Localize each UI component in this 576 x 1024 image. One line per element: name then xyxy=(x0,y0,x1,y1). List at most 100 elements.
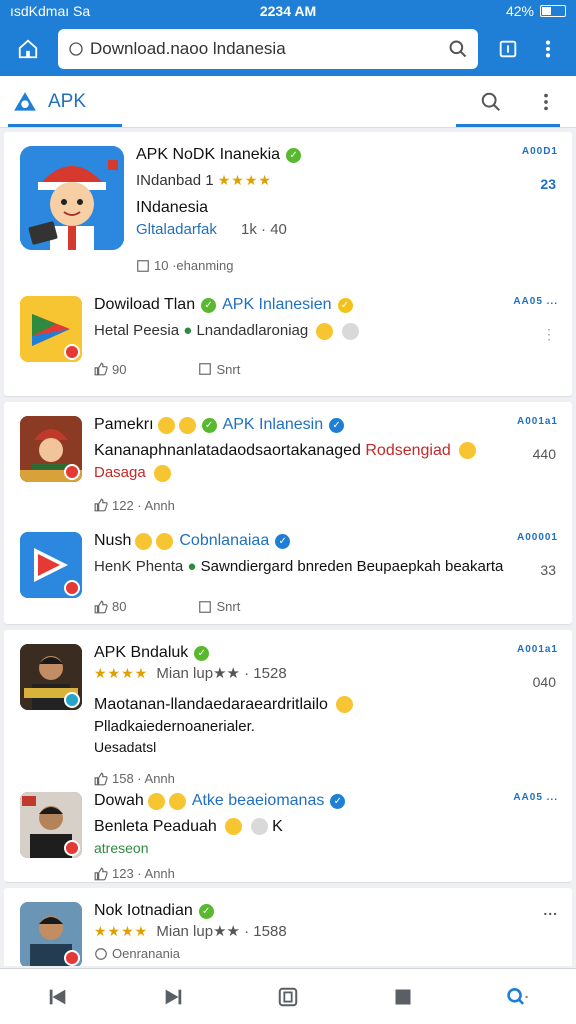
save-button[interactable]: Snrt xyxy=(198,599,240,614)
item-body: APK Bndaluk ✓ ★★★★ Mian lup★★ · 1528 Mao… xyxy=(94,644,560,786)
tab-indicator-right xyxy=(456,124,560,127)
like-button[interactable]: 80 xyxy=(94,599,126,614)
back-button[interactable] xyxy=(38,977,78,1017)
forward-button[interactable] xyxy=(153,977,193,1017)
app-thumbnail xyxy=(20,792,82,858)
side-code: AA05 ... xyxy=(513,792,558,803)
forward-icon xyxy=(165,989,182,1004)
item-desc3: Uesadatsl xyxy=(94,739,157,755)
app-feed[interactable]: APK NoDK Inanekia ✓ INdanbad 1 ★★★★ INda… xyxy=(4,132,572,966)
clock-icon xyxy=(95,947,107,960)
rating-stars: ★★★★ xyxy=(94,923,149,939)
emoji-icon xyxy=(336,696,354,714)
app-name[interactable]: Nok Iotnadian xyxy=(94,902,193,920)
app-name[interactable]: Dowah xyxy=(94,792,144,810)
verified-icon: ✓ xyxy=(201,417,217,433)
app-subtitle[interactable]: Atke beaeiomanas xyxy=(192,792,325,810)
search-nav-button[interactable] xyxy=(498,977,538,1017)
save-button[interactable]: Snrt xyxy=(198,362,240,377)
item-rating-row: ★★★★ Mian lup★★ · 1528 xyxy=(94,664,560,682)
badge-icon xyxy=(64,840,80,856)
thumbs-up-icon xyxy=(94,599,108,613)
item-body: APK NoDK Inanekia ✓ INdanbad 1 ★★★★ INda… xyxy=(136,146,560,273)
item-desc-row: Benleta Peaduah K xyxy=(94,818,560,836)
app-thumbnail xyxy=(20,532,82,598)
bookmark-icon xyxy=(199,363,212,375)
stop-icon xyxy=(395,989,411,1004)
battery-percent: 42% xyxy=(505,3,534,19)
item-header: Nush Cobnlanaiaa ✓ xyxy=(94,532,560,550)
item-meta: 123 · Annh xyxy=(94,866,560,881)
home-button[interactable] xyxy=(8,29,48,69)
thumbs-up-icon xyxy=(94,866,108,880)
search-icon[interactable] xyxy=(480,91,502,113)
verified-icon: ✓ xyxy=(201,297,217,313)
app-subtitle[interactable]: APK Inlanesin xyxy=(223,416,324,434)
rating-text: Mian lup★★ · 1588 xyxy=(156,923,287,940)
item-desc2: Plladkaiedernoanerialer. xyxy=(94,718,255,735)
side-code: A001a1 xyxy=(516,416,558,427)
item-desc-row: HenK Phenta ● Sawndiergard bnreden Beupa… xyxy=(94,558,560,575)
more-icon[interactable]: ⋮ xyxy=(542,326,556,343)
list-item[interactable]: APK NoDK Inanekia ✓ INdanbad 1 ★★★★ INda… xyxy=(4,132,572,282)
more-icon[interactable] xyxy=(542,91,550,113)
side-code: A00D1 xyxy=(521,146,558,157)
list-card: APK NoDK Inanekia ✓ INdanbad 1 ★★★★ INda… xyxy=(4,132,572,396)
item-header: Dowiload Tlan ✓ APK Inlanesien ✓ xyxy=(94,296,560,314)
like-button[interactable]: 123 · Annh xyxy=(94,866,175,881)
rating-stars: ★★★★ xyxy=(217,172,272,188)
item-header: APK NoDK Inanekia ✓ xyxy=(136,146,560,164)
list-item[interactable]: Pamekrı ✓ APK Inlanesin ✓ Kananaphnanlat… xyxy=(4,402,572,518)
more-icon[interactable]: ... xyxy=(543,902,558,918)
lock-icon xyxy=(69,42,83,56)
save-label: Snrt xyxy=(216,361,241,377)
emoji-icon xyxy=(168,792,186,810)
tabs-overview-button[interactable] xyxy=(268,977,308,1017)
like-count: 122 · Annh xyxy=(112,497,175,513)
save-label: Snrt xyxy=(216,599,241,614)
tab-title[interactable]: APK xyxy=(48,91,480,113)
item-extra: 1k · 40 xyxy=(241,221,287,238)
item-body: Nok Iotnadian ✓ ★★★★ Mian lup★★ · 1588 O… xyxy=(94,902,560,966)
verified-icon: ✓ xyxy=(194,645,210,661)
emoji-icon xyxy=(157,416,175,434)
item-desc2: Lnandadlaroniag xyxy=(196,322,309,339)
list-item[interactable]: Nush Cobnlanaiaa ✓ HenK Phenta ● Sawndie… xyxy=(4,518,572,624)
tabs-icon xyxy=(499,40,517,58)
verified-icon: ✓ xyxy=(286,147,302,163)
item-body: Pamekrı ✓ APK Inlanesin ✓ Kananaphnanlat… xyxy=(94,416,560,513)
tabs-button[interactable] xyxy=(488,29,528,69)
app-name[interactable]: Dowiload Tlan xyxy=(94,296,195,314)
item-desc2: Sawndiergard bnreden Beupaepkah beakarta xyxy=(200,558,504,575)
search-icon xyxy=(507,987,529,1005)
item-meta: 10 ·ehanming xyxy=(136,258,560,273)
badge-icon xyxy=(64,464,80,480)
like-button[interactable]: 122 · Annh xyxy=(94,498,175,513)
side-code: A001a1 xyxy=(516,644,558,655)
app-name[interactable]: APK NoDK Inanekia xyxy=(136,146,280,164)
stop-button[interactable] xyxy=(383,977,423,1017)
item-desc: HenK Phenta xyxy=(94,558,184,575)
list-item[interactable]: Dowiload Tlan ✓ APK Inlanesien ✓ Hetal P… xyxy=(4,282,572,396)
url-field[interactable]: Download.naoo lndanesia xyxy=(58,29,478,69)
app-name[interactable]: Nush xyxy=(94,532,131,550)
app-name[interactable]: Pamekrı xyxy=(94,416,154,434)
like-button[interactable]: 90 xyxy=(94,362,126,377)
list-item[interactable]: Dowah Atke beaeiomanas ✓ Benleta Peaduah… xyxy=(4,778,572,882)
emoji-icon xyxy=(156,532,174,550)
list-item[interactable]: APK Bndaluk ✓ ★★★★ Mian lup★★ · 1528 Mao… xyxy=(4,630,572,786)
search-icon[interactable] xyxy=(448,39,468,59)
tabs-icon xyxy=(278,987,298,1006)
apk-logo-icon[interactable] xyxy=(12,89,38,115)
app-name[interactable]: APK Bndaluk xyxy=(94,644,188,662)
list-item[interactable]: Nok Iotnadian ✓ ★★★★ Mian lup★★ · 1588 O… xyxy=(4,888,572,966)
meta-text: Oenranania xyxy=(112,946,180,961)
item-desc-row: Kananaphnanlatadaodsaortakanaged Rodseng… xyxy=(94,442,560,460)
app-thumbnail xyxy=(20,902,82,966)
item-subtitle-row: INdanbad 1 ★★★★ xyxy=(136,172,560,189)
emoji-icon xyxy=(250,818,268,836)
menu-button[interactable] xyxy=(528,29,568,69)
item-desc-row: Maotanan-llandaedaraeardritlailo xyxy=(94,696,560,714)
app-subtitle[interactable]: Cobnlanaiaa xyxy=(179,532,269,550)
app-subtitle[interactable]: APK Inlanesien xyxy=(222,296,331,314)
